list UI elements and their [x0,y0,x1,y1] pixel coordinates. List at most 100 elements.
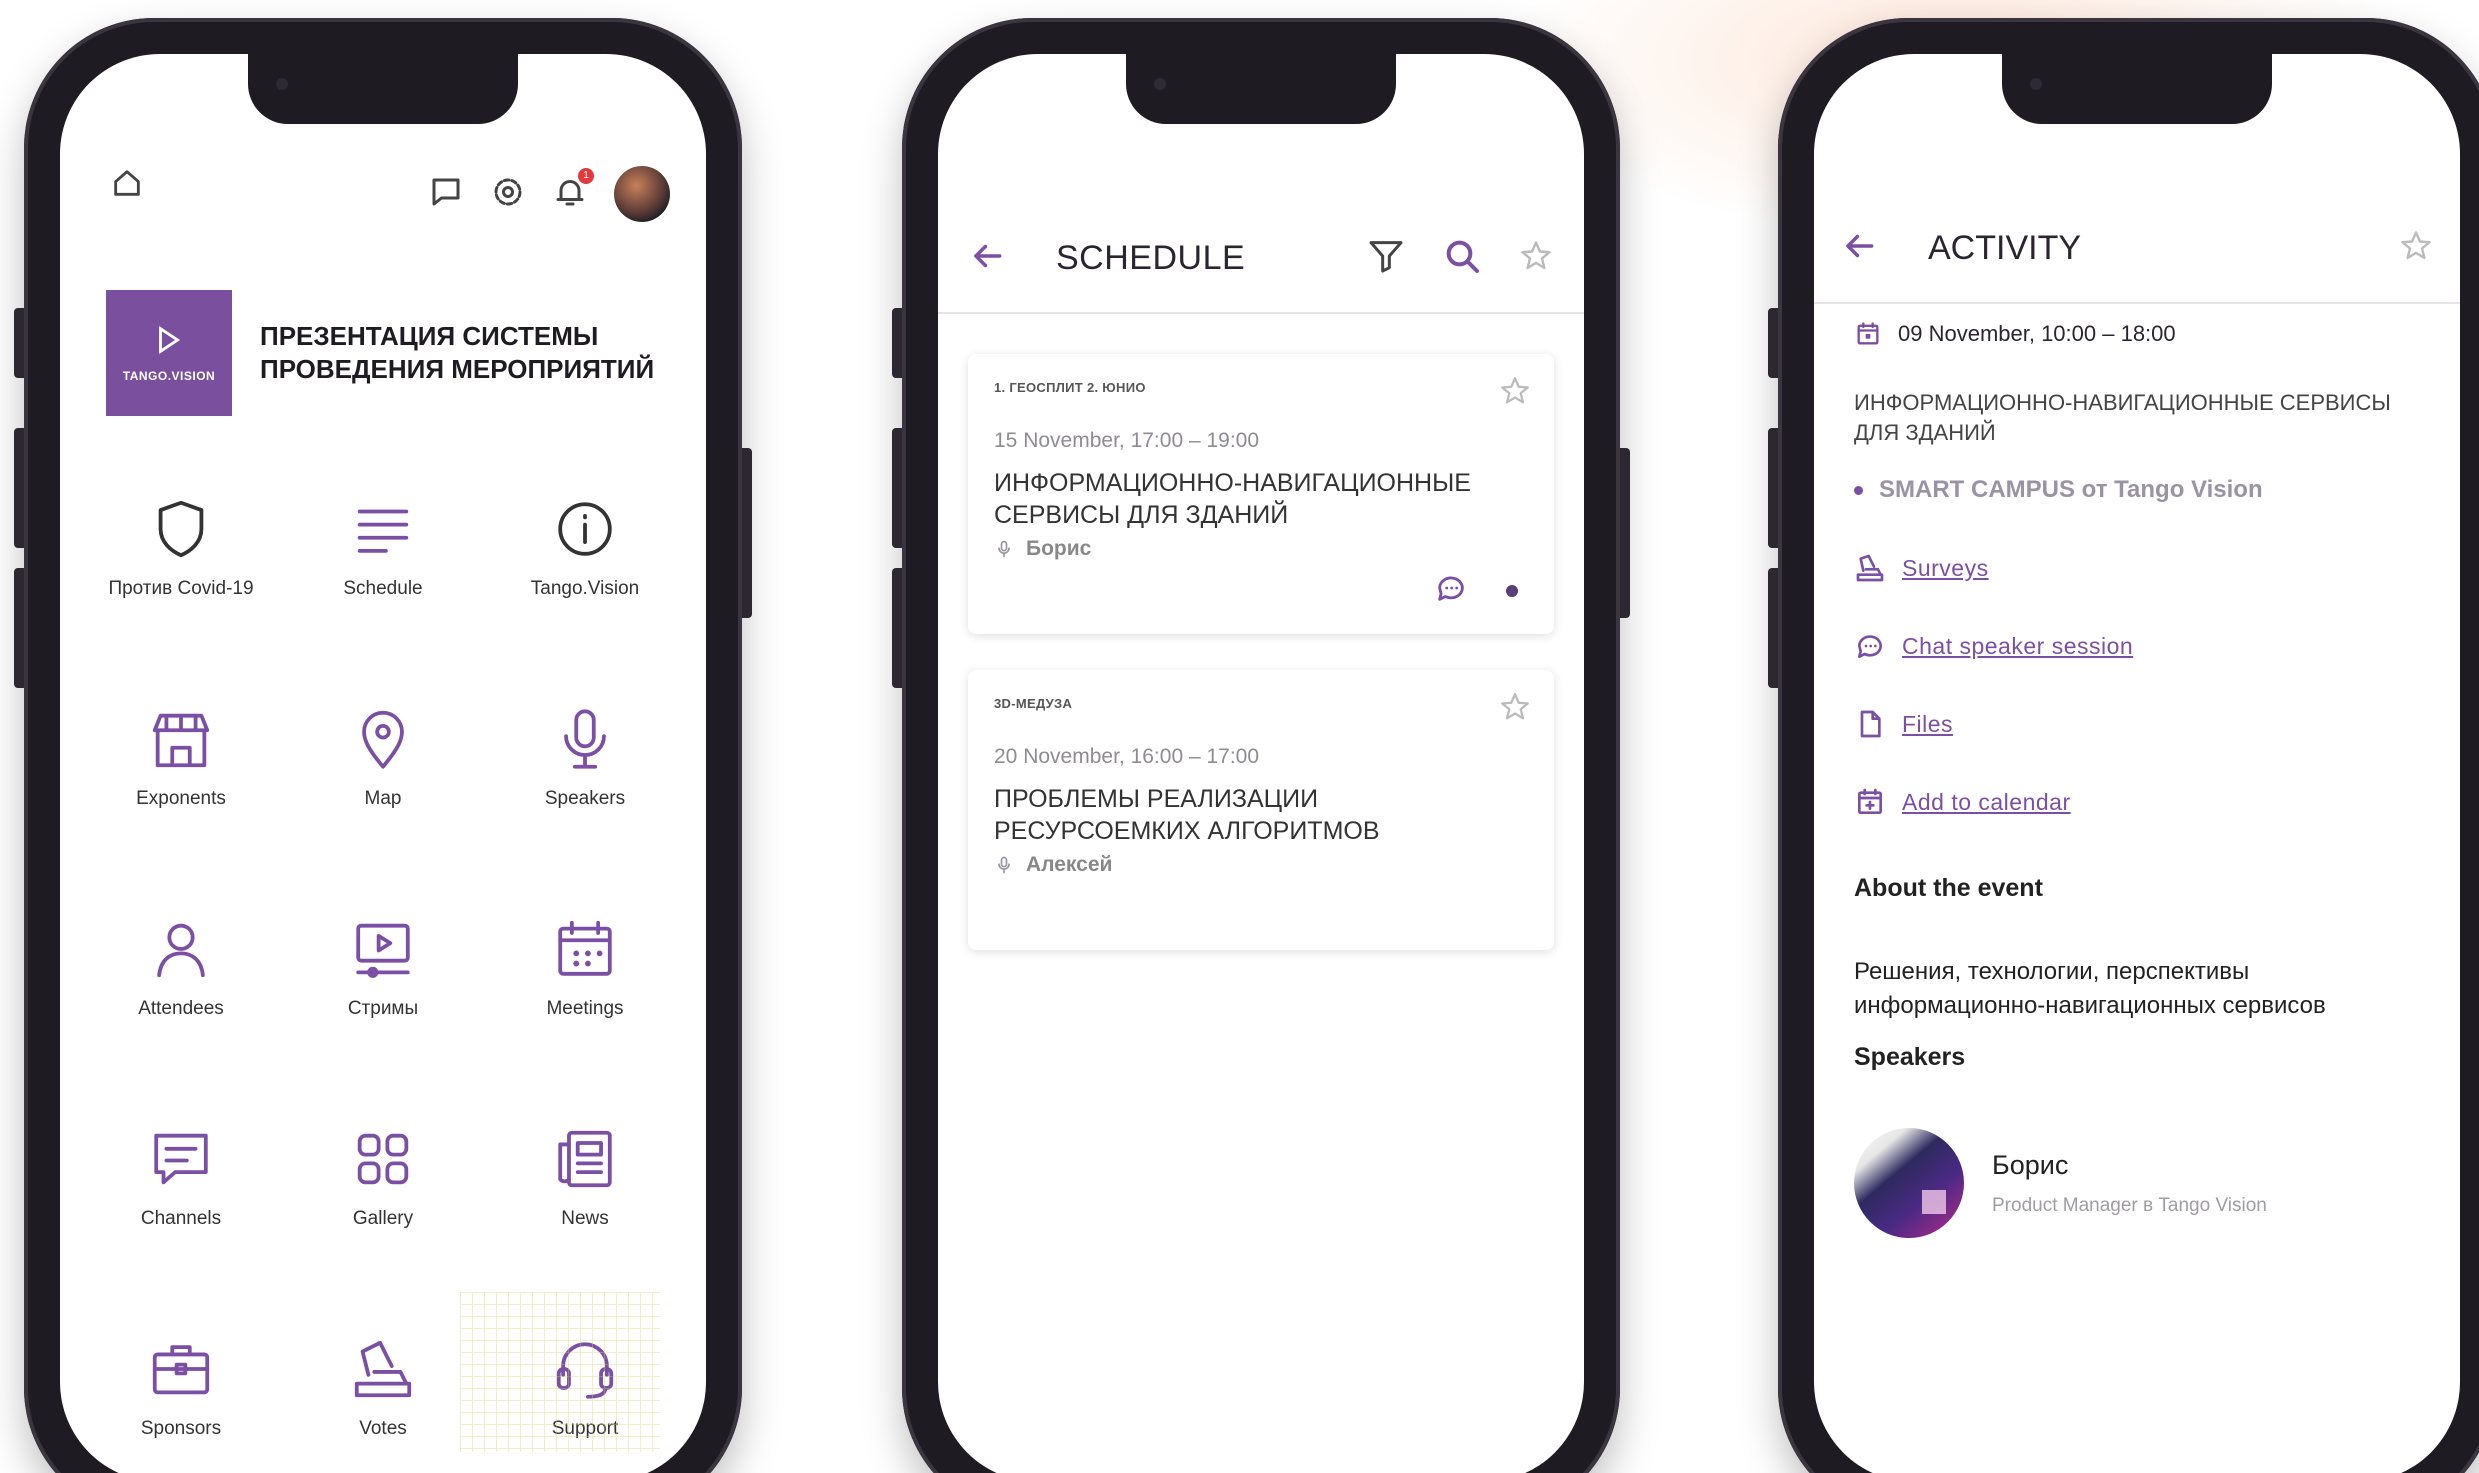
activity-details: 09 November, 10:00 – 18:00 ИНФОРМАЦИОННО… [1854,320,2420,1238]
notch [2002,54,2272,124]
tile-gallery[interactable]: Gallery [282,1124,484,1270]
status-dot [1506,584,1518,597]
star-icon[interactable] [1498,690,1532,729]
session-room: 3D-МЕДУЗА [994,696,1073,711]
add-to-calendar-link[interactable]: Add to calendar [1902,789,2071,816]
files-link[interactable]: Files [1902,711,1953,738]
phone-activity: ACTIVITY 09 November, 10:00 – 18:00 ИНФО… [1768,18,2479,1473]
tile-label: Schedule [343,578,423,599]
map-pin-icon [362,710,404,769]
speaker-item[interactable]: Борис Product Manager в Tango Vision [1854,1128,2420,1238]
search-icon[interactable] [1442,236,1482,281]
speaker-avatar [1854,1128,1964,1238]
chat-icon[interactable] [428,174,464,215]
files-link-row[interactable]: Files [1854,708,2420,740]
star-icon[interactable] [1498,374,1532,413]
tile-map[interactable]: Map [282,704,484,850]
notch [248,54,518,124]
notification-bell-icon[interactable]: 1 [552,167,594,215]
event-header: TANGO.VISION ПРЕЗЕНТАЦИЯ СИСТЕМЫ ПРОВЕДЕ… [106,290,686,416]
tile-label: Map [364,788,402,809]
surveys-link[interactable]: Surveys [1902,555,1989,582]
tile-schedule[interactable]: Schedule [282,494,484,640]
tile-label: Attendees [138,998,224,1019]
session-card[interactable]: 3D-МЕДУЗА 20 November, 16:00 – 17:00 ПРО… [968,670,1554,950]
newspaper-icon [558,1130,612,1188]
gear-icon[interactable] [490,174,526,215]
tile-tango-vision[interactable]: Tango.Vision [484,494,686,640]
phone-home: 1 TANGO.VISION ПРЕЗЕНТАЦИЯ СИСТЕМЫ ПРОВЕ… [14,18,752,1473]
event-title: ИНФОРМАЦИОННО-НАВИГАЦИОННЫЕ СЕРВИСЫ ДЛЯ … [1854,390,2391,445]
tile-label: Tango.Vision [530,578,640,599]
session-time: 20 November, 16:00 – 17:00 [994,745,1260,768]
activity-app-bar: ACTIVITY [1814,194,2460,304]
tile-news[interactable]: News [484,1124,686,1270]
schedule-screen: SCHEDULE 1. ГЕОСПЛИТ 2. ЮНИО 15 November… [938,54,1584,1473]
tile-attendees[interactable]: Attendees [80,914,282,1060]
event-logo: TANGO.VISION [106,290,232,416]
top-bar: 1 [110,166,670,226]
event-description: Решения, технологии, перспективы информа… [1854,958,2326,1019]
calendar-add-icon [1858,788,1882,814]
session-card[interactable]: 1. ГЕОСПЛИТ 2. ЮНИО 15 November, 17:00 –… [968,354,1554,634]
session-room: 1. ГЕОСПЛИТ 2. ЮНИО [994,380,1146,395]
schedule-app-bar: SCHEDULE [938,204,1584,314]
tile-label: Sponsors [140,1418,222,1439]
surveys-link-row[interactable]: Surveys [1854,552,2420,584]
ballot-icon [354,1340,412,1398]
page-title: SCHEDULE [1056,238,1246,277]
tile-label: Gallery [352,1208,414,1229]
gallery-grid-icon [357,1133,409,1185]
user-avatar[interactable] [614,166,670,222]
tile-votes[interactable]: Votes [282,1334,484,1473]
ballot-icon [1856,554,1884,582]
tile-label: Exponents [136,788,226,809]
notch [1126,54,1396,124]
event-date: 09 November, 10:00 – 18:00 [1898,321,2176,346]
store-icon [152,713,210,768]
tile-meetings[interactable]: Meetings [484,914,686,1060]
tile-label: Meetings [546,998,624,1019]
speaker-name: Борис [1992,1149,2069,1180]
home-icon[interactable] [110,166,144,205]
back-arrow-icon[interactable] [1840,227,1878,270]
speaker-role: Product Manager в Tango Vision [1992,1194,2267,1216]
microphone-icon [998,540,1010,558]
calendar-link-row[interactable]: Add to calendar [1854,786,2420,818]
chat-speaker-link[interactable]: Chat speaker session [1902,633,2133,660]
page-title: ACTIVITY [1928,228,2082,267]
star-icon[interactable] [2398,228,2434,269]
event-place: SMART CAMPUS от Tango Vision [1854,476,2420,504]
tile-label: Стримы [347,998,419,1019]
activity-links: Surveys Chat speaker session Files Add t… [1854,552,2420,818]
speakers-heading: Speakers [1854,1043,1966,1071]
shield-icon [158,500,204,558]
tile-streams[interactable]: Стримы [282,914,484,1060]
chat-bubble-icon [1857,635,1882,658]
tile-exponents[interactable]: Exponents [80,704,282,850]
comment-icon[interactable] [1434,571,1468,610]
microphone-icon [564,709,606,769]
tile-channels[interactable]: Channels [80,1124,282,1270]
tile-covid[interactable]: Против Covid-19 [80,494,282,640]
session-speaker: Алексей [994,853,1528,877]
event-date-row: 09 November, 10:00 – 18:00 [1854,320,2420,348]
tile-speakers[interactable]: Speakers [484,704,686,850]
session-time: 15 November, 17:00 – 19:00 [994,429,1260,452]
chat-link-row[interactable]: Chat speaker session [1854,630,2420,662]
briefcase-icon [152,1345,210,1395]
info-icon [558,502,612,556]
file-icon [1860,710,1881,738]
logo-text: TANGO.VISION [122,369,216,383]
tile-label: News [561,1208,609,1229]
calendar-icon [558,920,612,976]
tile-sponsors[interactable]: Sponsors [80,1334,282,1473]
session-speaker: Борис [994,537,1528,561]
star-icon[interactable] [1518,238,1554,279]
tile-label: Speakers [544,788,626,809]
list-lines-icon [357,509,409,553]
activity-screen: ACTIVITY 09 November, 10:00 – 18:00 ИНФО… [1814,54,2460,1473]
filter-icon[interactable] [1366,236,1406,281]
back-arrow-icon[interactable] [968,237,1006,280]
notification-badge: 1 [578,167,594,184]
